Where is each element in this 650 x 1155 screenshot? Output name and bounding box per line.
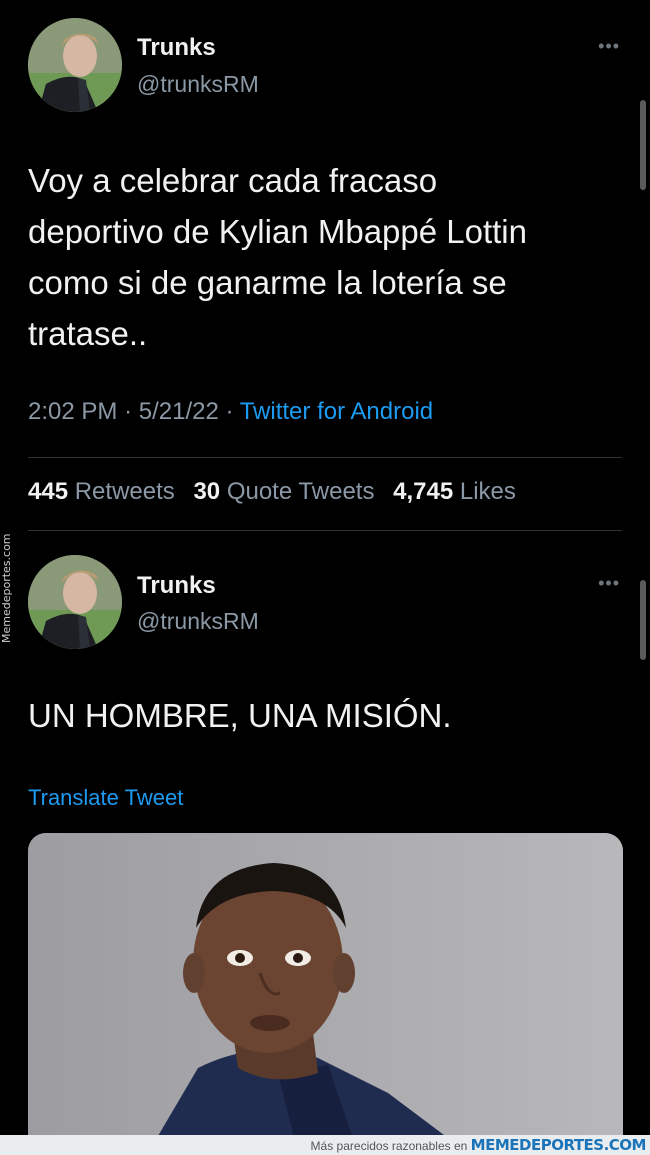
tweet-metadata: 2:02 PM · 5/21/22 · Twitter for Android [28, 398, 433, 426]
tweet-stats: 445 Retweets 30 Quote Tweets 4,745 Likes [28, 478, 528, 506]
scrollbar[interactable] [640, 100, 646, 190]
author-name[interactable]: Trunks [137, 572, 216, 600]
quotes-label: Quote Tweets [226, 478, 375, 505]
tweet-photo[interactable] [28, 833, 623, 1153]
separator: · [124, 398, 133, 425]
divider [28, 530, 622, 531]
tweet-2: Trunks @trunksRM ••• UN HOMBRE, UNA MISI… [0, 535, 650, 1153]
tweet-source-link[interactable]: Twitter for Android [240, 398, 433, 425]
author-name[interactable]: Trunks [137, 34, 216, 62]
footer-watermark: Más parecidos razonables en MEMEDEPORTES… [0, 1135, 650, 1155]
likes-label: Likes [459, 478, 516, 505]
tweet-1: Trunks @trunksRM ••• Voy a celebrar cada… [0, 0, 650, 535]
quotes-count: 30 [193, 478, 221, 505]
footer-brand[interactable]: MEMEDEPORTES.COM [471, 1136, 647, 1154]
likes-stat[interactable]: 4,745 Likes [393, 478, 516, 505]
more-horizontal-icon[interactable]: ••• [598, 573, 620, 594]
tweet-text: UN HOMBRE, UNA MISIÓN. [28, 697, 452, 734]
tweet-text-line: Voy a celebrar cada fracaso [28, 162, 438, 199]
tweet-text: Voy a celebrar cada fracaso deportivo de… [28, 155, 628, 359]
likes-count: 4,745 [393, 478, 454, 505]
tweet-text-line: tratase.. [28, 315, 148, 352]
tweet-text-line: deportivo de Kylian Mbappé Lottin [28, 213, 527, 250]
author-handle[interactable]: @trunksRM [137, 608, 259, 635]
retweets-count: 445 [28, 478, 69, 505]
tweet-date[interactable]: 5/21/22 [139, 398, 219, 425]
tweet-time[interactable]: 2:02 PM [28, 398, 117, 425]
divider [28, 457, 622, 458]
author-avatar[interactable] [28, 18, 122, 112]
tweet-text-line: como si de ganarme la lotería se [28, 264, 507, 301]
author-avatar[interactable] [28, 555, 122, 649]
retweets-label: Retweets [74, 478, 175, 505]
quote-tweets-stat[interactable]: 30 Quote Tweets [193, 478, 381, 505]
footer-text: Más parecidos razonables en [310, 1139, 468, 1153]
avatar-image [28, 18, 122, 112]
photo-image [28, 833, 623, 1153]
retweets-stat[interactable]: 445 Retweets [28, 478, 181, 505]
avatar-image [28, 555, 122, 649]
separator: · [225, 398, 234, 425]
more-horizontal-icon[interactable]: ••• [598, 36, 620, 57]
translate-tweet-link[interactable]: Translate Tweet [28, 785, 183, 811]
scrollbar[interactable] [640, 580, 646, 660]
author-handle[interactable]: @trunksRM [137, 71, 259, 98]
